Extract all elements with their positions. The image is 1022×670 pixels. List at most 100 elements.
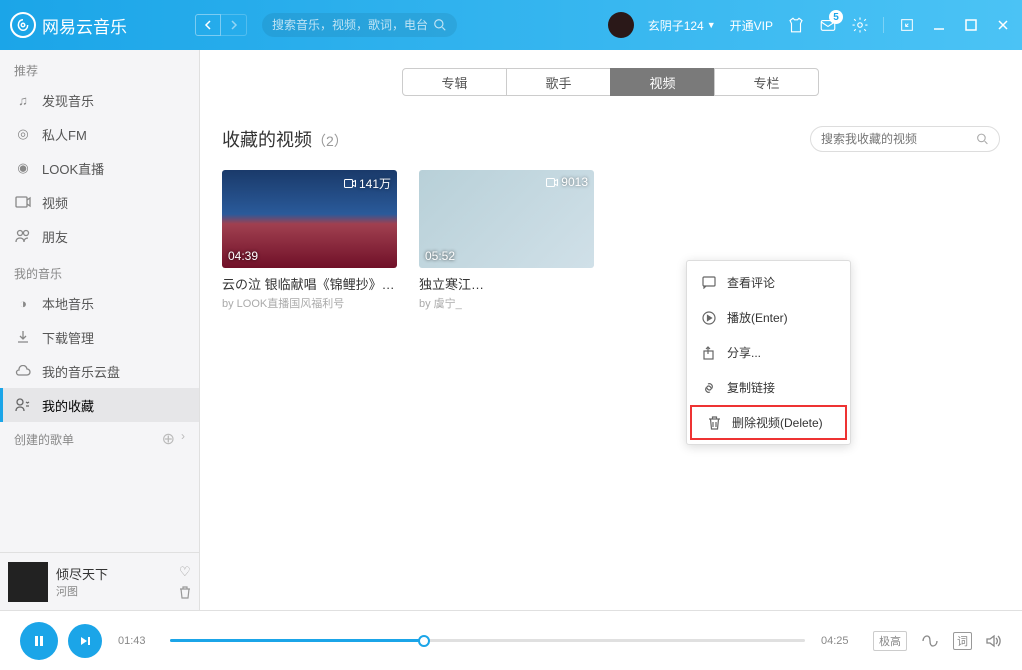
filter-input[interactable] xyxy=(821,132,976,146)
settings-icon[interactable] xyxy=(851,16,869,34)
video-title: 独立寒江… xyxy=(419,274,594,293)
progress-bar[interactable] xyxy=(170,639,805,642)
play-count: 141万 xyxy=(344,175,391,192)
effects-icon[interactable] xyxy=(921,634,939,648)
video-thumbnail[interactable]: 141万 04:39 xyxy=(222,170,397,268)
search-icon xyxy=(433,18,447,32)
now-playing-title: 倾尽天下 xyxy=(56,564,171,583)
logo-icon xyxy=(10,12,36,38)
nav-forward-button[interactable] xyxy=(221,14,247,36)
video-duration: 05:52 xyxy=(425,249,455,263)
titlebar: 网易云音乐 玄阴子124▼ 开通VIP 5 xyxy=(0,0,1022,50)
app-logo[interactable]: 网易云音乐 xyxy=(10,12,195,38)
username-dropdown[interactable]: 玄阴子124▼ xyxy=(648,17,716,34)
video-icon xyxy=(14,193,32,211)
now-playing-artist: 河图 xyxy=(56,583,171,599)
ctx-copylink[interactable]: 复制链接 xyxy=(687,370,850,405)
video-card[interactable]: 141万 04:39 云の泣 银临献唱《锦鲤抄》… by LOOK直播国风福利号 xyxy=(222,170,397,311)
sidebar-item-discover[interactable]: ♫发现音乐 xyxy=(0,83,199,117)
tab-album[interactable]: 专辑 xyxy=(402,68,507,96)
sidebar-section-recommend: 推荐 xyxy=(0,50,199,83)
user-avatar[interactable] xyxy=(608,12,634,38)
chevron-right-icon[interactable]: › xyxy=(181,429,185,449)
tab-column[interactable]: 专栏 xyxy=(714,68,819,96)
caret-down-icon: ▼ xyxy=(707,20,716,30)
sidebar-item-fm[interactable]: ◎私人FM xyxy=(0,117,199,151)
play-count: 9013 xyxy=(546,175,588,189)
download-icon xyxy=(14,328,32,346)
ctx-play[interactable]: 播放(Enter) xyxy=(687,300,850,335)
search-icon xyxy=(976,132,989,146)
minimize-icon[interactable] xyxy=(930,16,948,34)
section-title-row: 收藏的视频（2） xyxy=(222,126,348,152)
section-title: 收藏的视频 xyxy=(222,130,312,150)
sidebar-create-playlist[interactable]: 创建的歌单⊕› xyxy=(0,422,199,456)
player-bar: 01:43 04:25 极高 词 xyxy=(0,610,1022,670)
sidebar-item-cloud[interactable]: 我的音乐云盘 xyxy=(0,354,199,388)
cloud-icon xyxy=(14,362,32,380)
video-grid: 141万 04:39 云の泣 银临献唱《锦鲤抄》… by LOOK直播国风福利号… xyxy=(222,170,1000,311)
sidebar-item-download[interactable]: 下载管理 xyxy=(0,320,199,354)
live-icon: ◉ xyxy=(14,159,32,177)
album-cover[interactable] xyxy=(8,562,48,602)
now-playing[interactable]: 倾尽天下 河图 ♡ xyxy=(0,552,199,610)
quality-button[interactable]: 极高 xyxy=(873,631,907,651)
time-current: 01:43 xyxy=(118,635,154,647)
share-icon xyxy=(701,345,717,361)
video-author: by 虞宁_ xyxy=(419,295,594,311)
category-tabs: 专辑 歌手 视频 专栏 xyxy=(222,68,1000,96)
lyrics-icon[interactable]: 词 xyxy=(953,632,972,650)
delete-icon xyxy=(706,415,722,431)
comment-icon xyxy=(701,275,717,291)
vip-link[interactable]: 开通VIP xyxy=(730,17,773,34)
local-icon: ◑ xyxy=(14,294,32,312)
time-total: 04:25 xyxy=(821,635,857,647)
context-menu: 查看评论 播放(Enter) 分享... 复制链接 删除视频(Delete) xyxy=(686,260,851,445)
maximize-icon[interactable] xyxy=(962,16,980,34)
now-playing-info: 倾尽天下 河图 xyxy=(56,564,171,599)
link-icon xyxy=(701,380,717,396)
nav-back-button[interactable] xyxy=(195,14,221,36)
search-box[interactable] xyxy=(262,13,457,37)
progress-handle[interactable] xyxy=(418,635,430,647)
section-count: （2） xyxy=(312,133,348,149)
close-icon[interactable] xyxy=(994,16,1012,34)
sidebar-section-mymusic: 我的音乐 xyxy=(0,253,199,286)
video-card[interactable]: 9013 05:52 独立寒江… by 虞宁_ xyxy=(419,170,594,311)
video-author: by LOOK直播国风福利号 xyxy=(222,295,397,311)
progress-fill xyxy=(170,639,424,642)
nav-buttons xyxy=(195,14,247,36)
sidebar-item-look[interactable]: ◉LOOK直播 xyxy=(0,151,199,185)
filter-box[interactable] xyxy=(810,126,1000,152)
video-duration: 04:39 xyxy=(228,249,258,263)
trash-icon[interactable] xyxy=(179,586,191,599)
sidebar-item-friends[interactable]: 朋友 xyxy=(0,219,199,253)
app-name: 网易云音乐 xyxy=(42,13,127,38)
play-pause-button[interactable] xyxy=(20,622,58,660)
content-area: 专辑 歌手 视频 专栏 收藏的视频（2） 141万 04:39 云の泣 银临献唱… xyxy=(200,50,1022,610)
sidebar-item-video[interactable]: 视频 xyxy=(0,185,199,219)
star-icon xyxy=(14,396,32,414)
friends-icon xyxy=(14,227,32,245)
music-note-icon: ♫ xyxy=(14,91,32,109)
ctx-comments[interactable]: 查看评论 xyxy=(687,265,850,300)
video-thumbnail[interactable]: 9013 05:52 xyxy=(419,170,594,268)
like-icon[interactable]: ♡ xyxy=(179,564,191,580)
skin-icon[interactable] xyxy=(787,16,805,34)
plus-icon[interactable]: ⊕ xyxy=(162,429,175,449)
ctx-share[interactable]: 分享... xyxy=(687,335,850,370)
next-button[interactable] xyxy=(68,624,102,658)
tab-video[interactable]: 视频 xyxy=(610,68,715,96)
mail-icon[interactable]: 5 xyxy=(819,16,837,34)
sidebar-item-favorites[interactable]: 我的收藏 xyxy=(0,388,199,422)
sidebar-item-local[interactable]: ◑本地音乐 xyxy=(0,286,199,320)
search-input[interactable] xyxy=(272,18,433,32)
titlebar-right: 玄阴子124▼ 开通VIP 5 xyxy=(608,12,1012,38)
tab-artist[interactable]: 歌手 xyxy=(506,68,611,96)
volume-icon[interactable] xyxy=(986,634,1002,648)
sidebar: 推荐 ♫发现音乐 ◎私人FM ◉LOOK直播 视频 朋友 我的音乐 ◑本地音乐 … xyxy=(0,50,200,610)
mail-badge: 5 xyxy=(829,10,843,24)
video-title: 云の泣 银临献唱《锦鲤抄》… xyxy=(222,274,397,293)
mini-icon[interactable] xyxy=(898,16,916,34)
ctx-delete[interactable]: 删除视频(Delete) xyxy=(690,405,847,440)
